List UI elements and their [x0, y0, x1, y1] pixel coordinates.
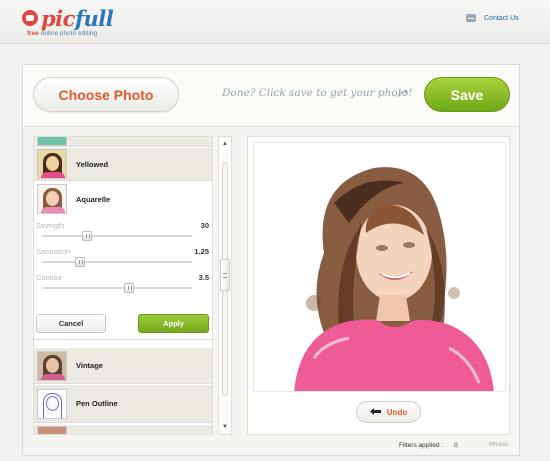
cancel-button[interactable]: Cancel: [36, 314, 106, 333]
camera-icon: [22, 10, 38, 26]
filters-applied-label: Filters applied :: [399, 442, 444, 449]
save-button[interactable]: Save: [424, 77, 510, 112]
logo-wordmark: picfull: [41, 5, 114, 31]
strength-value: 30: [200, 221, 209, 230]
contour-slider-handle[interactable]: [124, 283, 134, 293]
photo-preview-panel: Undo: [247, 136, 510, 435]
filter-item-label: Vintage: [76, 361, 103, 370]
contour-slider[interactable]: [42, 283, 192, 293]
contour-label: Contour: [36, 273, 63, 282]
filter-item-label: Aquarelle: [76, 194, 111, 204]
filter-item-yellowed[interactable]: Yellowed: [34, 148, 212, 181]
picfull-logo[interactable]: picfull: [22, 5, 114, 31]
curved-arrow-icon: [397, 89, 409, 98]
filter-thumbnail: [37, 184, 67, 214]
filter-list-scrollbar[interactable]: ▲ ▼: [218, 136, 232, 435]
filter-item-aquarelle-expanded: Aquarelle Strength 30 Saturation 1.25 Co…: [34, 181, 212, 340]
strength-label: Strength: [36, 221, 65, 230]
contact-us-link[interactable]: Contact Us: [466, 14, 519, 22]
filter-item-partial-top[interactable]: [34, 137, 212, 147]
filters-applied-count: 0: [454, 442, 458, 449]
copyright-credit: ©PicFull: [489, 442, 508, 448]
scroll-thumb[interactable]: [220, 259, 230, 291]
undo-button[interactable]: Undo: [356, 401, 421, 423]
undo-label: Undo: [386, 407, 408, 417]
editor-panel: Choose Photo Done? Click save to get you…: [22, 64, 520, 456]
choose-photo-button[interactable]: Choose Photo: [33, 77, 179, 112]
saturation-slider-handle[interactable]: [74, 257, 85, 267]
saturation-slider[interactable]: [42, 257, 192, 267]
filter-item-label: Yellowed: [76, 159, 109, 169]
photo-preview: [253, 142, 506, 392]
filter-thumbnail: [37, 149, 67, 179]
mail-icon: [466, 14, 476, 22]
strength-slider-handle[interactable]: [82, 231, 92, 241]
watercolor-portrait-image: [254, 143, 505, 391]
scroll-up-arrow-icon[interactable]: ▲: [219, 138, 231, 150]
filter-item-partial-bottom[interactable]: [34, 425, 212, 434]
editor-toolbar: Choose Photo Done? Click save to get you…: [23, 65, 519, 127]
contact-us-label: Contact Us: [484, 14, 519, 22]
strength-slider[interactable]: [42, 231, 192, 241]
filter-list: Yellowed Aquarelle Strength 30 Saturatio…: [33, 136, 213, 435]
save-hint-text: Done? Click save to get your photo!: [222, 87, 413, 99]
saturation-value: 1.25: [194, 247, 209, 256]
site-header: picfull free online photo editing Contac…: [0, 0, 550, 44]
saturation-label: Saturation: [36, 247, 71, 256]
filter-item-label: Pen Outline: [76, 399, 118, 408]
filter-thumbnail: [37, 137, 67, 146]
filters-applied-status: Filters applied : 0: [399, 442, 458, 449]
apply-button[interactable]: Apply: [138, 314, 209, 333]
filter-item-pen-outline[interactable]: Pen Outline: [34, 385, 212, 423]
undo-arrow-icon: [369, 408, 381, 415]
filter-thumbnail: [37, 388, 67, 419]
filter-thumbnail: [37, 350, 67, 381]
scroll-down-arrow-icon[interactable]: ▼: [219, 421, 231, 433]
tagline: free online photo editing: [27, 30, 98, 37]
filter-thumbnail: [37, 425, 67, 434]
filter-item-aquarelle[interactable]: Aquarelle: [34, 183, 212, 215]
contour-value: 3.5: [198, 273, 209, 282]
filter-item-vintage[interactable]: Vintage: [34, 348, 212, 384]
